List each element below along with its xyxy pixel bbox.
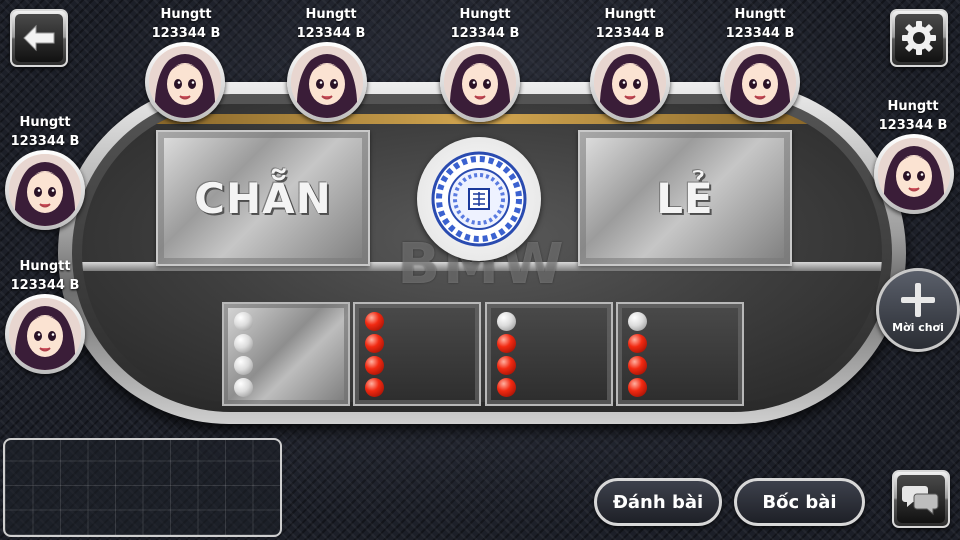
white-ball (234, 356, 253, 375)
white-ball (628, 312, 647, 331)
girl-portrait-icon (149, 46, 221, 118)
girl-portrait-icon (878, 138, 950, 210)
red-ball (497, 334, 516, 353)
girl-portrait-icon (9, 298, 81, 370)
avatar-face (444, 46, 516, 118)
chat-bubbles-icon (902, 486, 939, 516)
plus-icon-bar (901, 297, 935, 303)
bet-odd-panel[interactable]: LẺ (578, 130, 792, 266)
player-money: 123344 B (296, 26, 366, 41)
invite-label: Mời chơi (892, 321, 944, 334)
avatar-face (724, 46, 796, 118)
avatar-face (291, 46, 363, 118)
back-button[interactable] (10, 9, 68, 67)
avatar[interactable] (145, 42, 225, 122)
settings-button[interactable] (890, 9, 948, 67)
white-ball (234, 312, 253, 331)
chat-panel[interactable] (3, 438, 282, 537)
red-ball (365, 378, 384, 397)
player-seat[interactable]: Hungtt 123344 B (715, 5, 805, 43)
player-seat[interactable]: Hungtt 123344 B (440, 5, 530, 43)
bet-even-label: CHẴN (194, 173, 332, 223)
red-ball (365, 356, 384, 375)
result-box (353, 302, 481, 406)
red-ball (628, 334, 647, 353)
player-seat[interactable]: Hungtt 123344 B (585, 5, 675, 43)
player-money: 123344 B (10, 134, 80, 149)
red-ball (628, 356, 647, 375)
avatar[interactable] (5, 150, 85, 230)
white-ball (234, 334, 253, 353)
red-ball (497, 378, 516, 397)
avatar[interactable] (440, 42, 520, 122)
player-seat[interactable]: Hungtt 123344 B (0, 113, 90, 151)
draw-button[interactable]: Bốc bài (734, 478, 865, 526)
player-money: 123344 B (725, 26, 795, 41)
gear-icon (902, 21, 936, 55)
player-seat[interactable]: Hungtt 123344 B (0, 257, 90, 295)
avatar[interactable] (287, 42, 367, 122)
player-money: 123344 B (151, 26, 221, 41)
white-ball (497, 312, 516, 331)
player-name: Hungtt (160, 7, 212, 22)
avatar-face (9, 298, 81, 370)
avatar-face (594, 46, 666, 118)
bet-odd-label: LẺ (656, 173, 714, 223)
deal-button[interactable]: Đánh bài (594, 478, 722, 526)
red-ball (628, 378, 647, 397)
player-seat[interactable]: Hungtt 123344 B (141, 5, 231, 43)
avatar[interactable] (874, 134, 954, 214)
avatar[interactable] (720, 42, 800, 122)
red-ball (497, 356, 516, 375)
girl-portrait-icon (291, 46, 363, 118)
dice-plate (417, 137, 541, 261)
result-box (616, 302, 744, 406)
player-seat[interactable]: Hungtt 123344 B (868, 97, 958, 135)
avatar-face (149, 46, 221, 118)
player-name: Hungtt (19, 115, 71, 130)
avatar[interactable] (5, 294, 85, 374)
result-box (222, 302, 350, 406)
invite-button[interactable]: Mời chơi (876, 268, 960, 352)
player-name: Hungtt (305, 7, 357, 22)
bet-even-panel[interactable]: CHẴN (156, 130, 370, 266)
result-box (485, 302, 613, 406)
player-money: 123344 B (595, 26, 665, 41)
avatar-face (878, 138, 950, 210)
player-money: 123344 B (878, 118, 948, 133)
player-name: Hungtt (887, 99, 939, 114)
white-ball (234, 378, 253, 397)
avatar-face (9, 154, 81, 226)
girl-portrait-icon (9, 154, 81, 226)
red-ball (365, 312, 384, 331)
porcelain-bowl-icon (431, 151, 527, 247)
chat-button[interactable] (892, 470, 950, 528)
girl-portrait-icon (444, 46, 516, 118)
girl-portrait-icon (594, 46, 666, 118)
back-arrow-icon (23, 24, 55, 52)
player-name: Hungtt (19, 259, 71, 274)
avatar[interactable] (590, 42, 670, 122)
player-seat[interactable]: Hungtt 123344 B (286, 5, 376, 43)
player-money: 123344 B (10, 278, 80, 293)
player-name: Hungtt (604, 7, 656, 22)
red-ball (365, 334, 384, 353)
player-name: Hungtt (734, 7, 786, 22)
player-name: Hungtt (459, 7, 511, 22)
player-money: 123344 B (450, 26, 520, 41)
girl-portrait-icon (724, 46, 796, 118)
